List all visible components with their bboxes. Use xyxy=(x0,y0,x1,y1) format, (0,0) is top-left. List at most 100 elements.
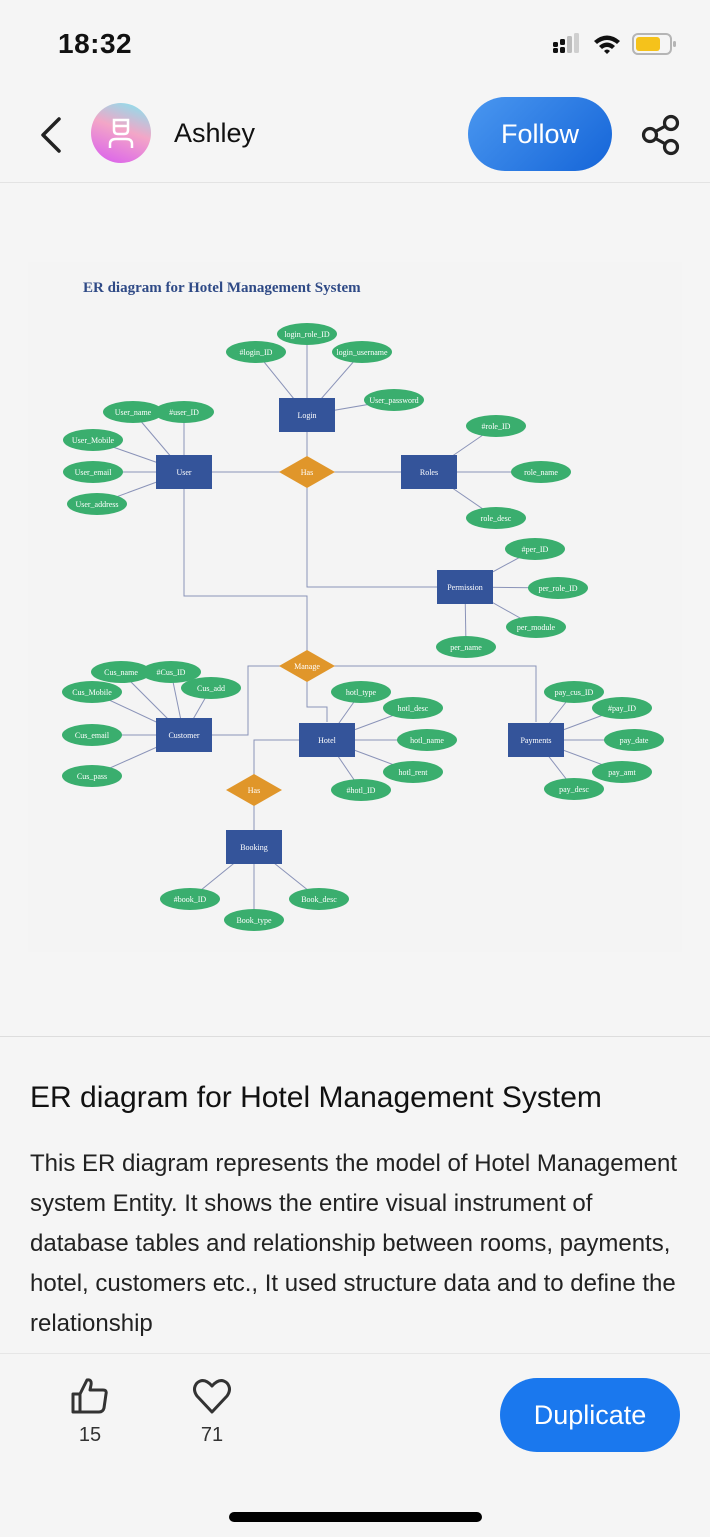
attribute-node: Cus_pass xyxy=(62,765,122,787)
entity-label: Booking xyxy=(240,843,268,852)
attribute-label: hotl_desc xyxy=(398,704,429,713)
attribute-label: hotl_rent xyxy=(399,768,429,777)
profile-header: Ashley Follow xyxy=(0,90,710,183)
favorite-button[interactable]: 71 xyxy=(182,1376,242,1447)
attribute-node: Cus_Mobile xyxy=(62,681,122,703)
attribute-label: role_name xyxy=(524,468,558,477)
status-icons xyxy=(552,32,678,56)
attribute-node: User_Mobile xyxy=(63,429,123,451)
attribute-node: Book_type xyxy=(224,909,284,931)
attribute-node: #pay_ID xyxy=(592,697,652,719)
attribute-node: Cus_email xyxy=(62,724,122,746)
attribute-node: User_address xyxy=(67,493,127,515)
favorite-count: 71 xyxy=(200,1424,224,1446)
diagram-canvas xyxy=(28,262,682,952)
attribute-node: #per_ID xyxy=(505,538,565,560)
entity-hotel: Hotel xyxy=(299,723,355,757)
attribute-label: User_address xyxy=(75,500,118,509)
attribute-label: User_password xyxy=(369,396,418,405)
diagram-preview[interactable]: ER diagram for Hotel Management System #… xyxy=(0,183,710,1037)
attribute-label: pay_cus_ID xyxy=(555,688,594,697)
attribute-label: #pay_ID xyxy=(608,704,636,713)
attribute-label: login_role_ID xyxy=(284,330,330,339)
entity-customer: Customer xyxy=(156,718,212,752)
attribute-node: Book_desc xyxy=(289,888,349,910)
entity-payments: Payments xyxy=(508,723,564,757)
avatar[interactable] xyxy=(91,103,151,163)
attribute-node: role_name xyxy=(511,461,571,483)
attribute-label: #role_ID xyxy=(482,422,511,431)
attribute-label: #per_ID xyxy=(522,545,549,554)
attribute-label: User_Mobile xyxy=(72,436,115,445)
attribute-label: User_email xyxy=(75,468,113,477)
diagram-title: ER diagram for Hotel Management System xyxy=(83,280,361,296)
entity-label: Login xyxy=(297,411,316,420)
attribute-label: Cus_pass xyxy=(77,772,107,781)
attribute-label: pay_amt xyxy=(608,768,636,777)
attribute-node: Cus_add xyxy=(181,677,241,699)
attribute-label: login_username xyxy=(336,348,388,357)
relationship-label: Has xyxy=(301,468,313,477)
home-indicator[interactable] xyxy=(229,1512,482,1522)
attribute-label: Cus_add xyxy=(197,684,225,693)
like-count: 15 xyxy=(78,1424,102,1446)
attribute-label: role_desc xyxy=(481,514,512,523)
content-description: This ER diagram represents the model of … xyxy=(30,1150,677,1337)
status-time: 18:32 xyxy=(58,28,133,59)
attribute-node: per_role_ID xyxy=(528,577,588,599)
like-button[interactable]: 15 xyxy=(60,1376,120,1447)
entity-roles: Roles xyxy=(401,455,457,489)
share-button[interactable] xyxy=(640,114,682,156)
duplicate-button[interactable]: Duplicate xyxy=(500,1378,680,1452)
attribute-node: per_module xyxy=(506,616,566,638)
attribute-label: per_module xyxy=(517,623,556,632)
attribute-node: per_name xyxy=(436,636,496,658)
username[interactable]: Ashley xyxy=(174,118,255,149)
entity-login: Login xyxy=(279,398,335,432)
entity-label: User xyxy=(176,468,191,477)
attribute-node: hotl_name xyxy=(397,729,457,751)
attribute-label: #hotl_ID xyxy=(347,786,376,795)
attribute-node: #role_ID xyxy=(466,415,526,437)
attribute-label: hotl_name xyxy=(410,736,444,745)
attribute-label: Cus_email xyxy=(75,731,110,740)
heart-icon xyxy=(193,1379,231,1414)
attribute-node: pay_amt xyxy=(592,761,652,783)
attribute-label: per_name xyxy=(450,643,482,652)
chevron-left-icon xyxy=(41,117,61,153)
er-diagram: ER diagram for Hotel Management System #… xyxy=(28,262,682,952)
attribute-label: #Cus_ID xyxy=(157,668,186,677)
thumbs-up-icon xyxy=(71,1378,108,1414)
attribute-node: pay_cus_ID xyxy=(544,681,604,703)
attribute-label: #user_ID xyxy=(169,408,199,417)
status-bar: 18:32 xyxy=(0,0,710,90)
attribute-label: Book_type xyxy=(236,916,272,925)
follow-button[interactable]: Follow xyxy=(468,97,612,171)
attribute-node: pay_date xyxy=(604,729,664,751)
attribute-node: login_role_ID xyxy=(277,323,337,345)
entity-label: Hotel xyxy=(318,736,337,745)
entity-label: Payments xyxy=(520,736,551,745)
content-title: ER diagram for Hotel Management System xyxy=(30,1081,602,1114)
entity-label: Permission xyxy=(447,583,483,592)
attribute-label: Cus_Mobile xyxy=(72,688,112,697)
attribute-node: role_desc xyxy=(466,507,526,529)
wifi-icon xyxy=(594,35,620,54)
back-button[interactable] xyxy=(32,112,68,158)
attribute-label: Book_desc xyxy=(301,895,337,904)
attribute-node: #login_ID xyxy=(226,341,286,363)
entity-booking: Booking xyxy=(226,830,282,864)
attribute-node: #book_ID xyxy=(160,888,220,910)
attribute-node: hotl_rent xyxy=(383,761,443,783)
attribute-node: hotl_type xyxy=(331,681,391,703)
attribute-node: #hotl_ID xyxy=(331,779,391,801)
relationship-label: Has xyxy=(248,786,260,795)
attribute-node: #user_ID xyxy=(154,401,214,423)
attribute-label: pay_desc xyxy=(559,785,589,794)
entity-permission: Permission xyxy=(437,570,493,604)
attribute-label: User_name xyxy=(115,408,152,417)
entity-label: Customer xyxy=(168,731,199,740)
attribute-node: User_password xyxy=(364,389,424,411)
user-silhouette-icon xyxy=(108,118,134,148)
share-icon xyxy=(641,114,680,156)
